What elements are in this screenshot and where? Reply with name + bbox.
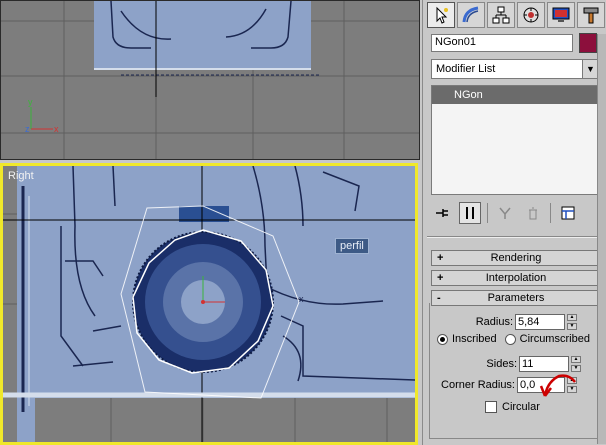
rollout-interpolation-label: Interpolation bbox=[485, 272, 547, 284]
viewport-top[interactable]: y z x bbox=[0, 0, 420, 160]
create-cursor-icon bbox=[436, 6, 448, 24]
annotation-arrow-icon bbox=[539, 374, 576, 397]
viewport-right-canvas: x bbox=[3, 166, 415, 442]
radius-row: Radius: 5,84 ▲ ▼ bbox=[453, 314, 577, 330]
viewport-right[interactable]: x Right perfil bbox=[0, 163, 418, 445]
svg-text:x: x bbox=[299, 294, 304, 304]
circular-row: Circular bbox=[485, 401, 540, 413]
perfil-label: perfil bbox=[335, 238, 369, 254]
circular-label: Circular bbox=[502, 401, 540, 413]
viewport-label-right[interactable]: Right bbox=[8, 170, 34, 182]
inscribed-circumscribed-radios: Inscribed Circumscribed bbox=[437, 333, 590, 345]
svg-text:z: z bbox=[25, 124, 30, 134]
object-name-field[interactable]: NGon01 bbox=[431, 34, 573, 52]
panel-scrollbar[interactable] bbox=[597, 34, 606, 444]
stack-toolbar bbox=[431, 202, 599, 224]
rollout-rendering-sign: + bbox=[437, 252, 444, 264]
modifier-stack: NGon bbox=[431, 85, 599, 195]
pin-stack-button[interactable] bbox=[431, 202, 453, 224]
rollout-rendering-label: Rendering bbox=[490, 252, 542, 264]
show-end-result-icon bbox=[466, 207, 474, 219]
tab-create[interactable] bbox=[427, 2, 455, 28]
command-panel-tabs bbox=[427, 2, 605, 30]
remove-modifier-button[interactable] bbox=[522, 202, 544, 224]
tab-hierarchy[interactable] bbox=[487, 2, 515, 28]
utilities-hammer-icon bbox=[583, 7, 599, 24]
sides-label: Sides: bbox=[486, 358, 517, 370]
svg-text:y: y bbox=[28, 97, 33, 107]
toolbar-separator bbox=[487, 203, 488, 223]
rollout-interpolation[interactable]: + Interpolation bbox=[431, 270, 601, 286]
corner-radius-label: Corner Radius: bbox=[441, 379, 515, 391]
modify-bend-icon bbox=[462, 6, 479, 23]
tab-modify[interactable] bbox=[457, 2, 485, 28]
configure-sets-icon bbox=[561, 206, 575, 220]
axis-tripod-top: y z x bbox=[25, 97, 59, 134]
rollout-rendering[interactable]: + Rendering bbox=[431, 250, 601, 266]
tab-utilities[interactable] bbox=[577, 2, 605, 28]
inscribed-radio[interactable] bbox=[437, 333, 448, 345]
configure-modifier-sets-button[interactable] bbox=[557, 202, 579, 224]
max-ui: y z x x Right perfil NGon01 Modifier Lis… bbox=[0, 0, 606, 445]
circular-checkbox[interactable] bbox=[485, 401, 497, 413]
rollout-interpolation-sign: + bbox=[437, 272, 444, 284]
make-unique-icon bbox=[499, 207, 511, 219]
panel-divider bbox=[427, 236, 603, 238]
command-panel: NGon01 Modifier List ▼ NGon + Rendering … bbox=[422, 0, 606, 445]
circumscribed-radio[interactable] bbox=[504, 333, 516, 345]
motion-icon bbox=[523, 7, 539, 23]
circumscribed-label: Circumscribed bbox=[519, 333, 590, 345]
pin-icon bbox=[436, 209, 448, 217]
tab-display[interactable] bbox=[547, 2, 575, 28]
radius-label: Radius: bbox=[475, 316, 513, 328]
radius-field[interactable]: 5,84 bbox=[515, 314, 565, 330]
display-monitor-icon bbox=[552, 7, 570, 22]
make-unique-button[interactable] bbox=[494, 202, 516, 224]
modifier-list-label: Modifier List bbox=[436, 63, 496, 75]
stack-item-ngon[interactable]: NGon bbox=[432, 86, 598, 104]
toolbar-separator bbox=[550, 203, 551, 223]
radius-spinner[interactable]: ▲ ▼ bbox=[567, 314, 577, 330]
inscribed-label: Inscribed bbox=[452, 333, 497, 345]
modifier-list-dropdown[interactable]: Modifier List ▼ bbox=[431, 59, 599, 79]
show-end-result-button[interactable] bbox=[459, 202, 481, 224]
svg-text:x: x bbox=[54, 124, 59, 134]
chevron-down-icon: ▼ bbox=[582, 60, 598, 78]
tab-motion[interactable] bbox=[517, 2, 545, 28]
viewport-top-canvas: y z x bbox=[1, 1, 419, 159]
object-color-swatch[interactable] bbox=[579, 33, 597, 53]
trash-icon bbox=[529, 207, 537, 220]
hierarchy-icon bbox=[492, 6, 510, 24]
